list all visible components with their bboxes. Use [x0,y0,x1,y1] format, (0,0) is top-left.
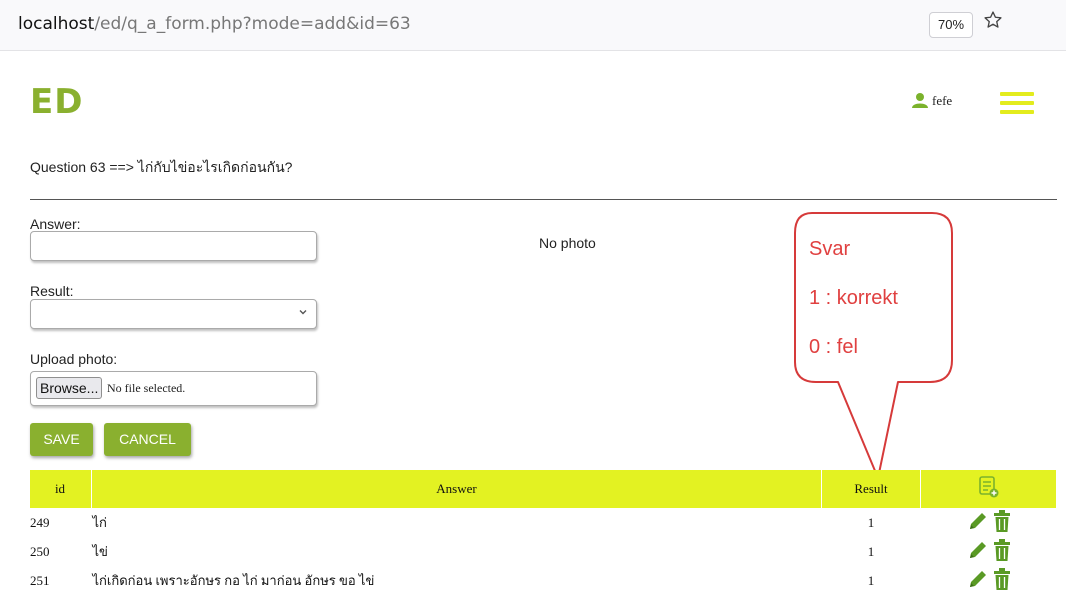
add-row-icon[interactable] [978,476,999,501]
callout-line-2: 1 : korrekt [809,287,898,309]
table-header-row: id Answer Result [30,470,1057,508]
column-header-actions [920,470,1057,508]
delete-trash-icon[interactable] [993,538,1011,565]
delete-trash-icon[interactable] [993,567,1011,594]
delete-trash-icon[interactable] [993,509,1011,536]
column-header-id: id [30,470,92,508]
row-actions [921,537,1057,566]
row-answer: ไก่เกิดก่อน เพราะอักษร กอ ไก่ มาก่อน อัก… [92,573,375,588]
row-result: 1 [867,514,875,530]
row-result: 1 [867,543,875,559]
row-id: 249 [30,514,50,530]
callout-line-1: Svar [809,238,851,260]
row-answer: ไก่ [92,515,107,530]
column-header-answer: Answer [91,470,822,508]
row-id: 250 [30,543,50,559]
column-header-result: Result [821,470,921,508]
edit-pencil-icon[interactable] [967,510,989,536]
row-result: 1 [867,572,875,588]
table-row: 251 ไก่เกิดก่อน เพราะอักษร กอ ไก่ มาก่อน… [30,566,1057,595]
answers-table: id Answer Result 249 ไก่ 1 250 ไข่ 1 251… [30,470,1057,595]
table-row: 249 ไก่ 1 [30,508,1057,537]
callout-line-3: 0 : fel [809,336,858,358]
row-actions [921,566,1057,595]
row-actions [921,508,1057,537]
edit-pencil-icon[interactable] [967,539,989,565]
edit-pencil-icon[interactable] [967,568,989,594]
row-id: 251 [30,572,50,588]
table-row: 250 ไข่ 1 [30,537,1057,566]
row-answer: ไข่ [92,544,108,559]
